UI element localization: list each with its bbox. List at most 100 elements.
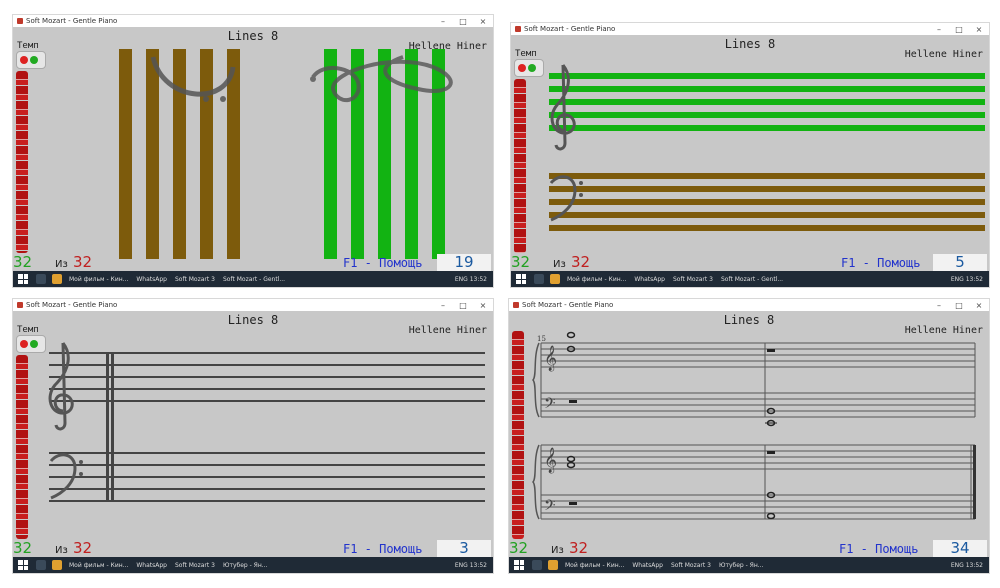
title-bar: Soft Mozart - Gentle Piano – □ × (511, 23, 989, 35)
help-link[interactable]: F1 - Помощь (841, 256, 920, 270)
taskbar: Мой фильм - Кин... WhatsApp Soft Mozart … (509, 557, 989, 573)
maximize-button[interactable]: □ (453, 17, 473, 26)
grand-staff (48, 342, 485, 502)
help-link[interactable]: F1 - Помощь (839, 542, 918, 556)
search-icon[interactable] (532, 560, 542, 570)
measure-number: 15 (537, 335, 546, 343)
bass-staff-bars (119, 49, 240, 259)
whole-rest (767, 451, 775, 454)
system-2-staff-lines (540, 444, 975, 520)
bass-staff-lines (49, 452, 485, 502)
bass-clef-icon: 𝄢 (544, 395, 556, 416)
treble-staff-bars (324, 49, 445, 259)
current-count: 32 (509, 539, 529, 557)
start-icon[interactable] (18, 274, 28, 284)
search-icon[interactable] (534, 274, 544, 284)
maximize-button[interactable]: □ (949, 25, 969, 34)
taskbar-item[interactable]: Мой фильм - Кин... (69, 562, 128, 569)
taskbar-item[interactable]: Ютубер - Ян... (223, 562, 268, 569)
app-content: Lines 8 Hellene Hiner Темп 32 Из 32 F1 -… (13, 27, 493, 271)
horizontal-staff (549, 64, 985, 231)
title-bar: Soft Mozart - Gentle Piano – □ × (509, 299, 989, 311)
app-icon (515, 26, 521, 32)
sheet-music: 15 𝄞 𝄢 𝄞 𝄢 (531, 331, 976, 520)
browser-icon[interactable] (550, 274, 560, 284)
treble-staff-lines (49, 352, 485, 402)
page-number: 34 (933, 540, 987, 557)
help-link[interactable]: F1 - Помощь (343, 256, 422, 270)
page-number: 19 (437, 254, 491, 271)
taskbar-item[interactable]: Soft Mozart - Gentl... (223, 276, 285, 283)
total-count: 32 (569, 539, 589, 557)
app-content: Lines 8 Hellene Hiner 15 𝄞 𝄢 𝄞 𝄢 32 Из 3… (509, 311, 989, 557)
browser-icon[interactable] (52, 560, 62, 570)
taskbar-item[interactable]: Soft Mozart 3 (175, 276, 215, 283)
total-count: 32 (571, 253, 591, 271)
status-bar: 32 Из 32 F1 - Помощь 3 (13, 539, 493, 557)
close-button[interactable]: × (473, 17, 493, 26)
taskbar-item[interactable]: Soft Mozart - Gentl... (721, 276, 783, 283)
minimize-button[interactable]: – (929, 301, 949, 310)
minimize-button[interactable]: – (929, 25, 949, 34)
status-bar: 32 Из 32 F1 - Помощь 5 (511, 253, 989, 271)
whole-note (566, 461, 576, 469)
app-content: Lines 8 Hellene Hiner Темп 32 Из 32 F1 -… (13, 311, 493, 557)
system-1-staff-lines (540, 342, 976, 418)
taskbar-item[interactable]: WhatsApp (136, 562, 167, 569)
total-count: 32 (73, 253, 93, 271)
start-icon[interactable] (18, 560, 28, 570)
maximize-button[interactable]: □ (949, 301, 969, 310)
page-number: 5 (933, 254, 987, 271)
treble-clef-icon: 𝄞 (544, 345, 557, 371)
bass-clef-icon (150, 56, 236, 102)
window-title: Soft Mozart - Gentle Piano (524, 25, 616, 33)
final-barline (973, 445, 976, 519)
whole-rest (767, 349, 775, 352)
close-button[interactable]: × (473, 301, 493, 310)
close-button[interactable]: × (969, 25, 989, 34)
taskbar-item[interactable]: Soft Mozart 3 (671, 562, 711, 569)
browser-icon[interactable] (548, 560, 558, 570)
panel-top-left: Soft Mozart - Gentle Piano – □ × Lines 8 H… (12, 14, 494, 288)
taskbar-item[interactable]: Мой фильм - Кин... (567, 276, 626, 283)
taskbar-item[interactable]: Мой фильм - Кин... (565, 562, 624, 569)
taskbar-item[interactable]: WhatsApp (634, 276, 665, 283)
bar-line (106, 353, 114, 501)
current-count: 32 (13, 539, 33, 557)
whole-rest (569, 502, 577, 505)
close-button[interactable]: × (969, 301, 989, 310)
system-tray: ENG 13:52 (950, 561, 983, 569)
taskbar-item[interactable]: Soft Mozart 3 (673, 276, 713, 283)
whole-rest (569, 400, 577, 403)
vertical-staff (119, 49, 453, 259)
taskbar: Мой фильм - Кин... WhatsApp Soft Mozart … (13, 271, 493, 287)
title-bar: Soft Mozart - Gentle Piano – □ × (13, 299, 493, 311)
taskbar-item[interactable]: Soft Mozart 3 (175, 562, 215, 569)
treble-clef-icon: 𝄞 (544, 447, 557, 473)
taskbar-item[interactable]: Мой фильм - Кин... (69, 276, 128, 283)
start-icon[interactable] (514, 560, 524, 570)
title-bar: Soft Mozart - Gentle Piano – □ × (13, 15, 493, 27)
status-bar: 32 Из 32 F1 - Помощь 34 (509, 539, 989, 557)
start-icon[interactable] (516, 274, 526, 284)
system-tray: ENG 13:52 (454, 561, 487, 569)
minimize-button[interactable]: – (433, 17, 453, 26)
taskbar-item[interactable]: Ютубер - Ян... (719, 562, 764, 569)
of-label: Из (55, 545, 68, 556)
minimize-button[interactable]: – (433, 301, 453, 310)
browser-icon[interactable] (52, 274, 62, 284)
current-count: 32 (13, 253, 33, 271)
of-label: Из (553, 259, 566, 270)
search-icon[interactable] (36, 274, 46, 284)
system-tray: ENG 13:52 (454, 275, 487, 283)
window-title: Soft Mozart - Gentle Piano (522, 301, 614, 309)
taskbar-item[interactable]: WhatsApp (136, 276, 167, 283)
taskbar: Мой фильм - Кин... WhatsApp Soft Mozart … (13, 557, 493, 573)
maximize-button[interactable]: □ (453, 301, 473, 310)
help-link[interactable]: F1 - Помощь (343, 542, 422, 556)
search-icon[interactable] (36, 560, 46, 570)
whole-note (566, 455, 576, 463)
whole-note (766, 512, 776, 520)
taskbar-item[interactable]: WhatsApp (632, 562, 663, 569)
window-title: Soft Mozart - Gentle Piano (26, 17, 118, 25)
